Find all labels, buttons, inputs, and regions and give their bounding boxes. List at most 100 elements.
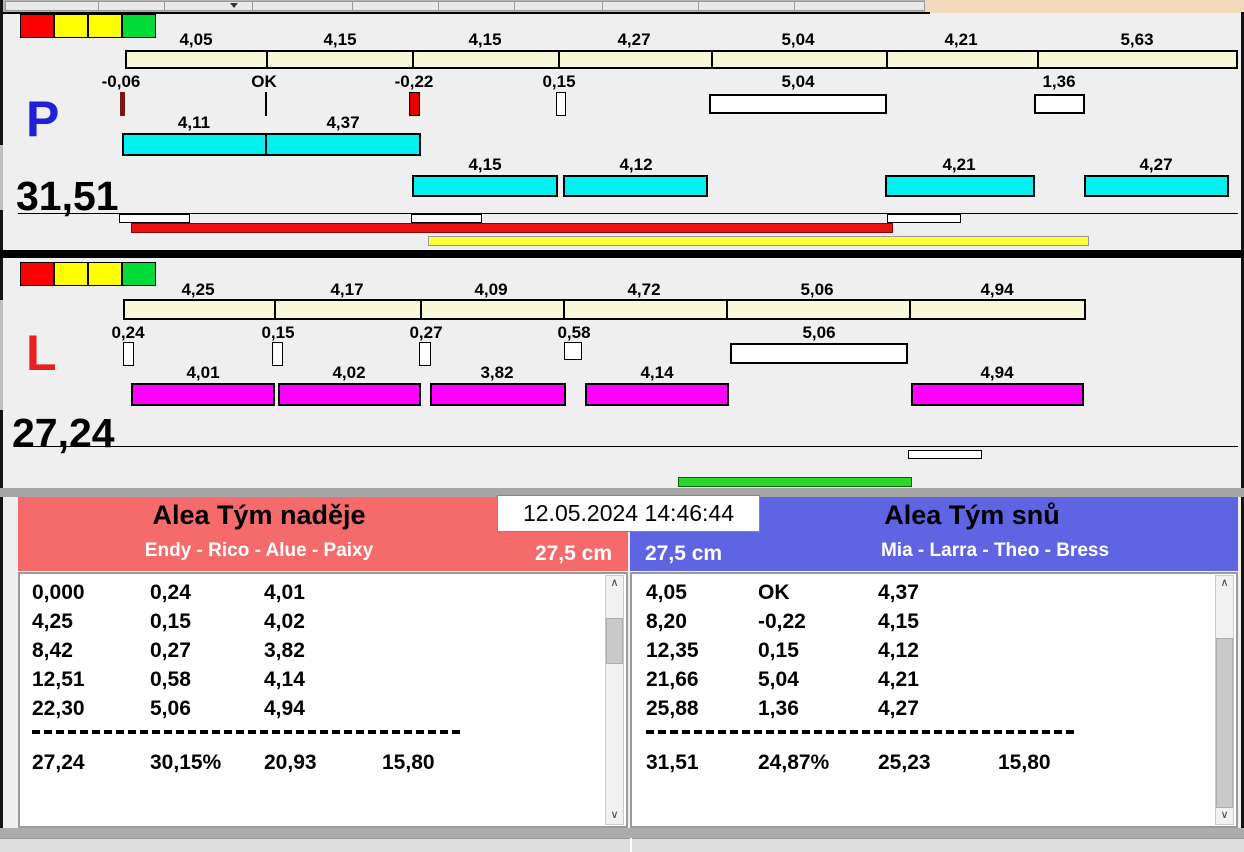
- lane-p-ruler-label: 5,04: [781, 30, 815, 49]
- team-left-results-table[interactable]: 0,000 0,24 4,01 4,25 0,15 4,02 8,42 0,27…: [18, 572, 628, 828]
- lane-l-ruler-label: 4,25: [181, 280, 215, 299]
- lane-p-ruler-label: 5,63: [1120, 30, 1154, 49]
- lane-p-run1-label: 4,37: [326, 113, 360, 132]
- lane-p-baseline: [18, 213, 1238, 214]
- ruler-divider: [563, 299, 565, 320]
- total-cell: 15,80: [998, 751, 1051, 774]
- taskbar-fragment: [5, 1, 925, 11]
- total-cell: 27,24: [32, 751, 85, 774]
- window-left-edge: [0, 0, 3, 852]
- table-cell: 25,88: [646, 697, 699, 720]
- lane-l-delta-mark: [123, 342, 134, 366]
- lane-p-delta-mark: [120, 92, 125, 116]
- scroll-down-button[interactable]: ∨: [606, 808, 623, 824]
- lane-p-ruler-bar: [125, 50, 1238, 69]
- table-cell: 4,37: [878, 581, 919, 604]
- lane-l-run1-bar: [278, 383, 421, 406]
- totals-separator: [646, 730, 1074, 734]
- lane-l-run1-bar: [585, 383, 729, 406]
- lane-l-run1-bar: [131, 383, 275, 406]
- total-cell: 25,23: [878, 751, 931, 774]
- top-strip-tan: [925, 0, 1244, 13]
- total-cell: 20,93: [264, 751, 317, 774]
- lane-l-delta-label: 0,58: [557, 323, 591, 342]
- lane-p-delta-label: 1,36: [1042, 72, 1076, 91]
- scroll-up-button[interactable]: ∧: [1216, 576, 1233, 592]
- lane-l-delta-label: 0,27: [409, 323, 443, 342]
- ruler-divider: [726, 299, 728, 320]
- lane-p-light-red: [20, 14, 54, 38]
- lane-p-run2-label: 4,12: [619, 155, 653, 174]
- table-cell: 0,27: [150, 639, 191, 662]
- timing-app-window: P 31,51 4,05 4,15 4,15 4,27 5,04 4,21 5,…: [0, 0, 1244, 852]
- caret-down-icon: [230, 3, 238, 8]
- table-cell: 8,20: [646, 610, 687, 633]
- lane-p-light-green: [122, 14, 156, 38]
- lane-l-run1-bar: [430, 383, 566, 406]
- table-cell: 4,27: [878, 697, 919, 720]
- lane-l-letter: L: [26, 325, 57, 381]
- table-cell: 0,24: [150, 581, 191, 604]
- lane-l-run1-label: 4,02: [332, 363, 366, 382]
- table-cell: 4,14: [264, 668, 305, 691]
- table-cell: 0,15: [758, 639, 799, 662]
- table-cell: 0,15: [150, 610, 191, 633]
- lane-p-ruler-label: 4,05: [179, 30, 213, 49]
- lane-p-delta-mark: [265, 92, 267, 116]
- lane-p-run2-bar: [885, 175, 1035, 197]
- lane-l-delta-mark: [272, 342, 283, 366]
- total-cell: 24,87%: [758, 751, 830, 774]
- total-cell: 31,51: [646, 751, 699, 774]
- lane-p-progress-yellow: [428, 236, 1089, 246]
- team-right-distance: 27,5 cm: [645, 542, 723, 565]
- total-cell: 30,15%: [150, 751, 222, 774]
- scroll-up-button[interactable]: ∧: [606, 576, 623, 592]
- team-right-name: Alea Tým snů: [884, 500, 1060, 530]
- lane-p-delta-label: -0,22: [394, 72, 434, 91]
- table-cell: 4,02: [264, 610, 305, 633]
- lane-l-ruler-label: 4,94: [980, 280, 1014, 299]
- lane-p-run1-bar: [122, 133, 267, 156]
- table-cell: 21,66: [646, 668, 699, 691]
- scrollbar-thumb[interactable]: [606, 618, 623, 664]
- team-left-scrollbar[interactable]: ∧ ∨: [605, 575, 624, 825]
- lane-p-delta-label: 0,15: [542, 72, 576, 91]
- team-right-scrollbar[interactable]: ∧ ∨: [1215, 575, 1234, 825]
- divider: [602, 2, 603, 10]
- lane-p-ruler-label: 4,15: [323, 30, 357, 49]
- left-edge-handle: [0, 300, 3, 410]
- lane-p-marker-box: [411, 214, 482, 223]
- lane-p-delta-label: -0,06: [101, 72, 141, 91]
- lane-l-run1-label: 4,01: [186, 363, 220, 382]
- lane-p-delta-bar: [1034, 94, 1085, 114]
- lane-l-run1-label: 4,94: [980, 363, 1014, 382]
- divider: [352, 2, 353, 10]
- scroll-down-button[interactable]: ∨: [1216, 808, 1233, 824]
- team-right-results-table[interactable]: 4,05 OK 4,37 8,20 -0,22 4,15 12,35 0,15 …: [630, 572, 1238, 828]
- table-cell: 12,51: [32, 668, 85, 691]
- team-left-distance: 27,5 cm: [534, 542, 612, 565]
- table-cell: 5,04: [758, 668, 799, 691]
- lane-p-delta-label: OK: [251, 72, 277, 91]
- lane-p-run2-bar: [1084, 175, 1229, 197]
- ruler-divider: [886, 50, 888, 69]
- divider: [438, 2, 439, 10]
- lane-p-ruler-label: 4,15: [468, 30, 502, 49]
- total-cell: 15,80: [382, 751, 435, 774]
- lane-l-total: 27,24: [12, 410, 115, 456]
- lane-p-run1-label: 4,11: [177, 113, 211, 132]
- divider: [514, 2, 515, 10]
- lane-p-progress-red: [131, 223, 893, 233]
- totals-separator: [32, 730, 460, 734]
- scrollbar-thumb[interactable]: [1216, 638, 1233, 808]
- ruler-divider: [558, 50, 560, 69]
- lane-p-delta-label: 5,04: [781, 72, 815, 91]
- table-cell: 1,36: [758, 697, 799, 720]
- team-right-members: Mia - Larra - Theo - Bress: [880, 540, 1110, 561]
- table-cell: 5,06: [150, 697, 191, 720]
- ruler-divider: [711, 50, 713, 69]
- lane-p-marker-box: [119, 214, 190, 223]
- team-left-name: Alea Tým naděje: [152, 500, 366, 530]
- lane-l-light-green: [122, 262, 156, 286]
- lane-divider: [0, 250, 1244, 258]
